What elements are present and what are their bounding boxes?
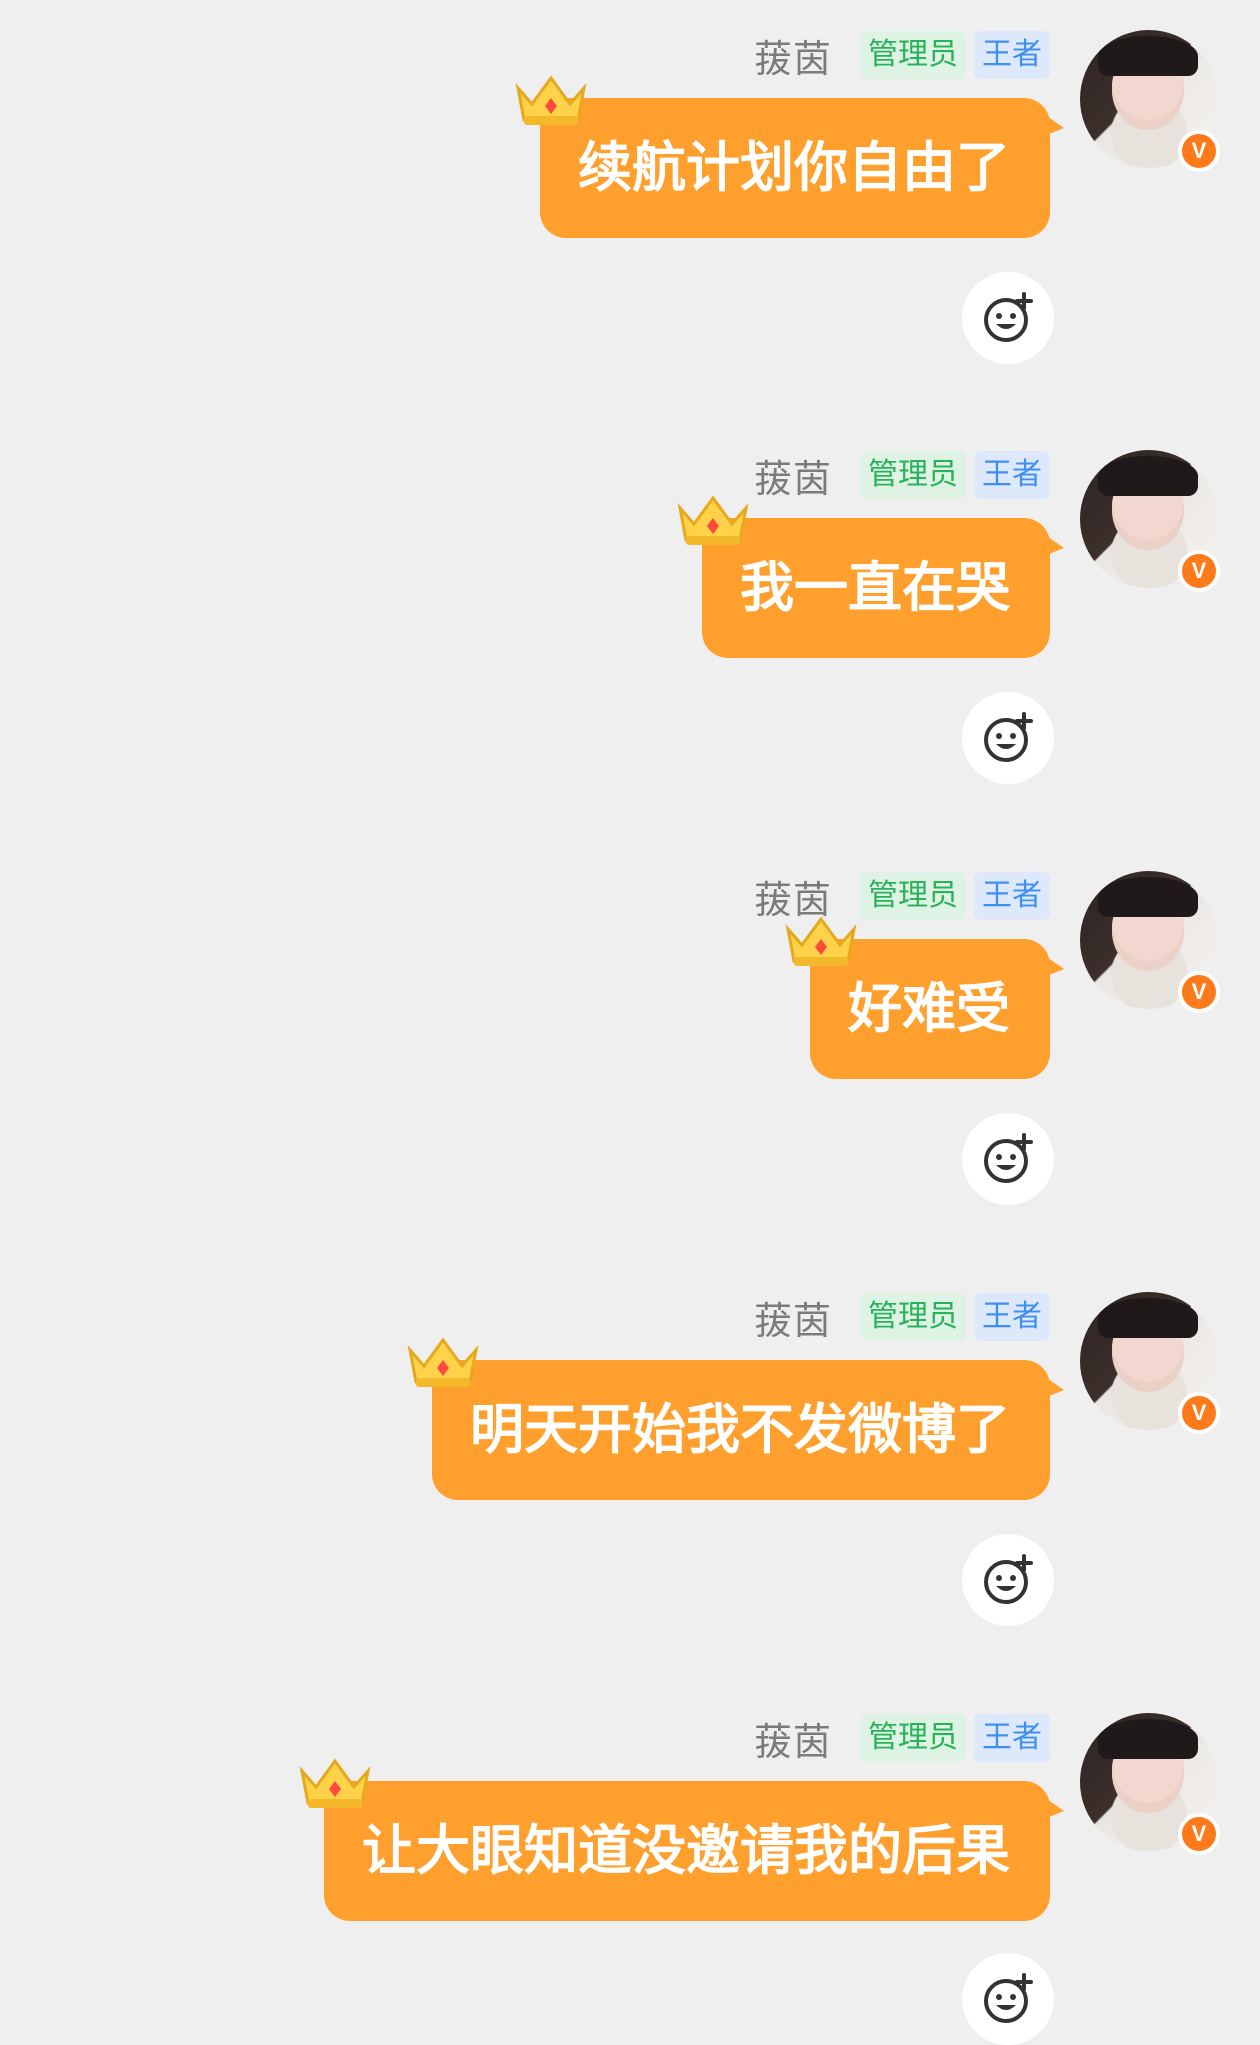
crown-icon: [299, 1758, 371, 1808]
chat-message: 菝茵 管理员 王者 V 明天开始我不发微博了: [0, 1262, 1260, 1682]
username[interactable]: 菝茵: [754, 1711, 832, 1766]
verified-icon: V: [1178, 130, 1220, 172]
message-header: 菝茵 管理员 王者: [754, 1290, 1050, 1345]
crown-icon: [677, 495, 749, 545]
add-emoji-reaction-icon: [984, 1554, 1033, 1604]
verified-icon: V: [1178, 1813, 1220, 1855]
admin-badge: 管理员: [860, 872, 966, 920]
avatar[interactable]: V: [1080, 450, 1220, 592]
avatar[interactable]: V: [1080, 1713, 1220, 1855]
bubble-tail: [1044, 1797, 1064, 1819]
bubble-tail: [1044, 534, 1064, 556]
message-bubble[interactable]: 让大眼知道没邀请我的后果: [299, 1758, 1064, 1921]
admin-badge: 管理员: [860, 1714, 966, 1762]
add-reaction-button[interactable]: [962, 1534, 1054, 1626]
message-text: 明天开始我不发微博了: [470, 1398, 1010, 1461]
add-reaction-button[interactable]: [962, 1113, 1054, 1205]
chat-message-list: 菝茵 管理员 王者 V 续航计划你自由了 菝茵 管理员 王者 V 我一直在哭 菝…: [0, 0, 1260, 2045]
add-reaction-button[interactable]: [962, 692, 1054, 784]
bubble-tail: [1044, 955, 1064, 977]
add-emoji-reaction-icon: [984, 1133, 1033, 1183]
king-badge: 王者: [974, 1714, 1050, 1762]
verified-icon: V: [1178, 971, 1220, 1013]
chat-message: 菝茵 管理员 王者 V 让大眼知道没邀请我的后果: [0, 1683, 1260, 2045]
message-bubble[interactable]: 我一直在哭: [677, 495, 1064, 658]
message-bubble[interactable]: 续航计划你自由了: [515, 75, 1064, 238]
crown-icon: [407, 1337, 479, 1387]
verified-icon: V: [1178, 550, 1220, 592]
avatar[interactable]: V: [1080, 871, 1220, 1013]
king-badge: 王者: [974, 451, 1050, 499]
message-text: 我一直在哭: [740, 556, 1010, 619]
avatar[interactable]: V: [1080, 1292, 1220, 1434]
add-reaction-button[interactable]: [962, 272, 1054, 364]
admin-badge: 管理员: [860, 31, 966, 79]
add-emoji-reaction-icon: [984, 1973, 1033, 2023]
username[interactable]: 菝茵: [754, 448, 832, 503]
king-badge: 王者: [974, 1293, 1050, 1341]
add-emoji-reaction-icon: [984, 712, 1033, 762]
king-badge: 王者: [974, 872, 1050, 920]
chat-message: 菝茵 管理员 王者 V 续航计划你自由了: [0, 0, 1260, 420]
add-emoji-reaction-icon: [984, 292, 1033, 342]
add-reaction-button[interactable]: [962, 1953, 1054, 2045]
crown-icon: [785, 916, 857, 966]
message-text: 让大眼知道没邀请我的后果: [362, 1819, 1010, 1882]
username[interactable]: 菝茵: [754, 28, 832, 83]
username[interactable]: 菝茵: [754, 1290, 832, 1345]
bubble-tail: [1044, 114, 1064, 136]
admin-badge: 管理员: [860, 1293, 966, 1341]
verified-icon: V: [1178, 1392, 1220, 1434]
message-bubble[interactable]: 明天开始我不发微博了: [407, 1337, 1064, 1500]
message-bubble[interactable]: 好难受: [785, 916, 1064, 1079]
avatar[interactable]: V: [1080, 30, 1220, 172]
message-header: 菝茵 管理员 王者: [754, 1711, 1050, 1766]
message-text: 续航计划你自由了: [578, 136, 1010, 199]
message-header: 菝茵 管理员 王者: [754, 448, 1050, 503]
message-header: 菝茵 管理员 王者: [754, 28, 1050, 83]
message-text: 好难受: [848, 977, 1010, 1040]
chat-message: 菝茵 管理员 王者 V 我一直在哭: [0, 420, 1260, 840]
crown-icon: [515, 75, 587, 125]
bubble-tail: [1044, 1376, 1064, 1398]
chat-message: 菝茵 管理员 王者 V 好难受: [0, 841, 1260, 1261]
king-badge: 王者: [974, 31, 1050, 79]
admin-badge: 管理员: [860, 451, 966, 499]
